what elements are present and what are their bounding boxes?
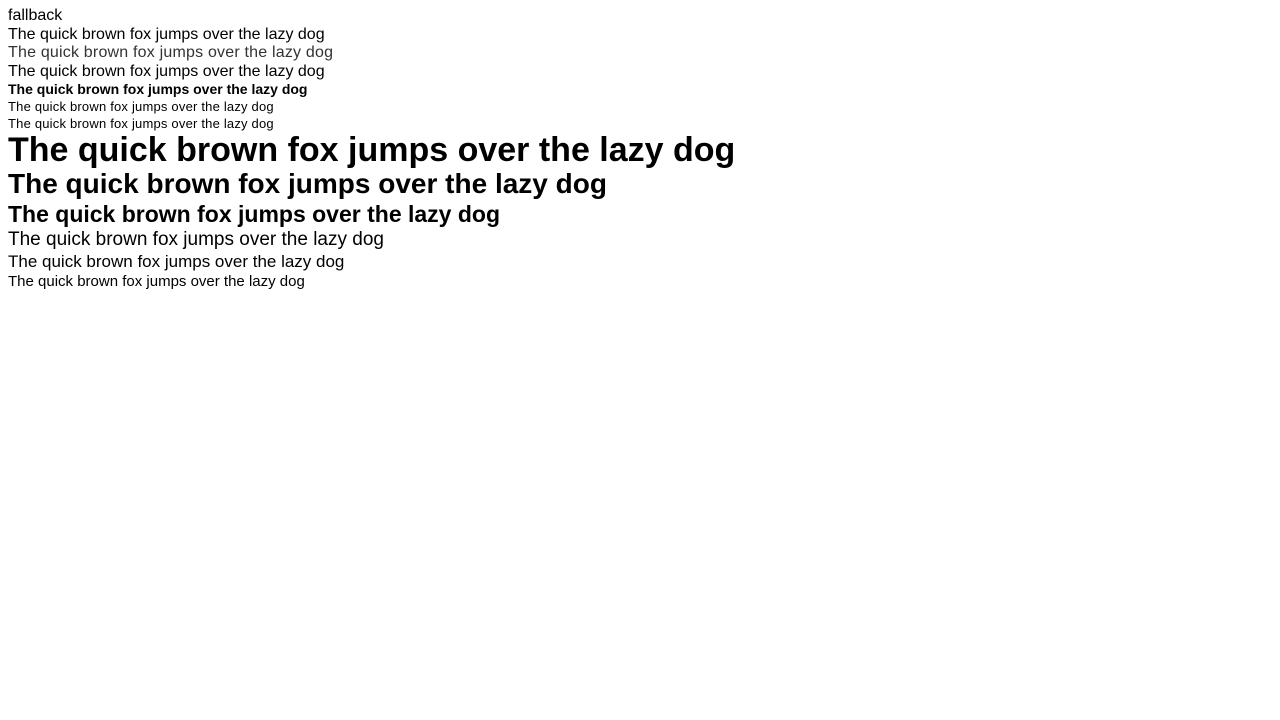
sample-light: The quick brown fox jumps over the lazy … (8, 44, 334, 61)
font-specimen-page: fallback The quick brown fox jumps over … (0, 0, 1280, 291)
fallback-label: fallback (8, 7, 63, 24)
sample-small: The quick brown fox jumps over the lazy … (8, 99, 274, 114)
sample-heading-3: The quick brown fox jumps over the lazy … (8, 201, 501, 227)
sample-regular-alt: The quick brown fox jumps over the lazy … (8, 63, 325, 80)
sample-heading-1: The quick brown fox jumps over the lazy … (8, 131, 736, 169)
sample-small-alt: The quick brown fox jumps over the lazy … (8, 116, 274, 131)
sample-body-small: The quick brown fox jumps over the lazy … (8, 273, 305, 290)
sample-bold-small: The quick brown fox jumps over the lazy … (8, 81, 308, 97)
sample-heading-2: The quick brown fox jumps over the lazy … (8, 168, 607, 199)
sample-body-medium: The quick brown fox jumps over the lazy … (8, 252, 345, 271)
sample-body-large: The quick brown fox jumps over the lazy … (8, 229, 384, 250)
sample-regular: The quick brown fox jumps over the lazy … (8, 26, 325, 43)
